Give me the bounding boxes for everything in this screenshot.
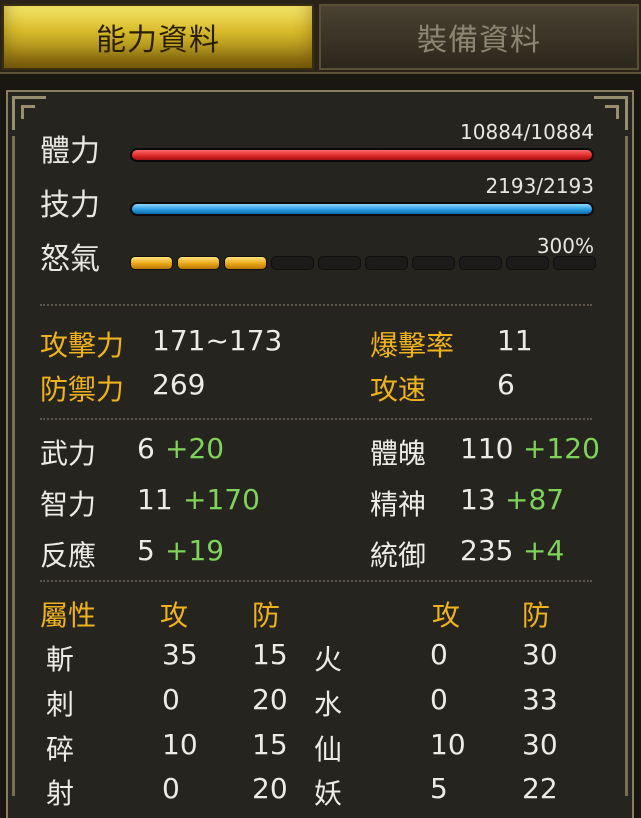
attr-right-def: 33 [522, 683, 558, 716]
hp-bar-fill [132, 150, 592, 160]
rage-segment [459, 256, 502, 270]
attr-left-name: 射 [46, 777, 75, 810]
tab-bar: 能力資料 裝備資料 [0, 0, 641, 74]
rage-segment [365, 256, 408, 270]
attr-right-def: 22 [522, 772, 558, 805]
mp-bar [130, 202, 594, 216]
stat-bonus: +120 [523, 432, 600, 465]
stat-base: 11 [137, 483, 173, 516]
attack-label: 攻擊力 [40, 329, 125, 362]
attr-right-atk: 0 [430, 638, 448, 671]
attr-right-name: 仙 [314, 733, 343, 766]
rage-segment [130, 256, 173, 270]
panel-rail [12, 136, 15, 796]
stat-bonus: +20 [165, 432, 225, 465]
attr-left-atk: 35 [162, 638, 198, 671]
attr-left-def: 20 [252, 772, 288, 805]
stat-base: 235 [460, 534, 514, 567]
stat-label: 精神 [370, 488, 427, 521]
attr-left-def: 20 [252, 683, 288, 716]
divider [40, 304, 592, 306]
attr-right-atk: 5 [430, 772, 448, 805]
attr-right-name: 水 [314, 688, 343, 721]
corner-ornament-icon [12, 96, 46, 130]
attr-left-atk: 0 [162, 683, 180, 716]
defense-value: 269 [152, 368, 206, 401]
stat-bonus: +87 [505, 483, 565, 516]
stat-bonus: +170 [183, 483, 260, 516]
rage-segment [553, 256, 596, 270]
mp-label: 技力 [40, 188, 100, 223]
attack-value: 171~173 [152, 324, 283, 357]
rage-segment [177, 256, 220, 270]
attr-right-atk: 0 [430, 683, 448, 716]
stat-base: 13 [460, 483, 496, 516]
attr-left-def: 15 [252, 728, 288, 761]
attr-left-name: 刺 [46, 688, 75, 721]
rage-value: 300% [536, 234, 594, 258]
defense-label: 防禦力 [40, 373, 125, 406]
stat-label: 武力 [40, 437, 97, 470]
attr-header-atk: 攻 [160, 599, 189, 632]
attr-left-name: 斬 [46, 643, 75, 676]
hp-value: 10884/10884 [460, 120, 594, 144]
speed-label: 攻速 [370, 373, 427, 406]
rage-gauge [130, 256, 596, 270]
divider [40, 418, 592, 420]
hp-label: 體力 [40, 134, 100, 169]
crit-value: 11 [497, 324, 533, 357]
rage-label: 怒氣 [40, 242, 100, 277]
panel-rail [625, 136, 628, 796]
attr-right-atk: 10 [430, 728, 466, 761]
stat-label: 智力 [40, 488, 97, 521]
hp-bar [130, 148, 594, 162]
mp-value: 2193/2193 [485, 174, 594, 198]
stat-base: 5 [137, 534, 155, 567]
attr-header-title: 屬性 [40, 599, 97, 632]
rage-segment [506, 256, 549, 270]
mp-bar-fill [132, 204, 592, 214]
attr-header-atk: 攻 [432, 599, 461, 632]
attr-right-def: 30 [522, 638, 558, 671]
attr-left-atk: 10 [162, 728, 198, 761]
stat-bonus: +19 [165, 534, 225, 567]
attr-header-def: 防 [522, 599, 551, 632]
stat-label: 反應 [40, 539, 97, 572]
divider [40, 580, 592, 582]
stat-label: 統御 [370, 539, 427, 572]
corner-ornament-icon [594, 96, 628, 130]
crit-label: 爆擊率 [370, 329, 455, 362]
attr-right-name: 火 [314, 643, 343, 676]
attr-right-name: 妖 [314, 777, 343, 810]
attr-left-name: 碎 [46, 733, 75, 766]
attr-right-def: 30 [522, 728, 558, 761]
stat-base: 6 [137, 432, 155, 465]
attr-left-atk: 0 [162, 772, 180, 805]
rage-segment [224, 256, 267, 270]
stat-base: 110 [460, 432, 514, 465]
attr-header-def: 防 [252, 599, 281, 632]
rage-segment [271, 256, 314, 270]
speed-value: 6 [497, 368, 515, 401]
attr-left-def: 15 [252, 638, 288, 671]
stat-bonus: +4 [523, 534, 565, 567]
rage-segment [318, 256, 361, 270]
tab-ability-info[interactable]: 能力資料 [2, 4, 314, 70]
stat-label: 體魄 [370, 437, 427, 470]
tab-equipment-info[interactable]: 裝備資料 [319, 4, 639, 70]
rage-segment [412, 256, 455, 270]
